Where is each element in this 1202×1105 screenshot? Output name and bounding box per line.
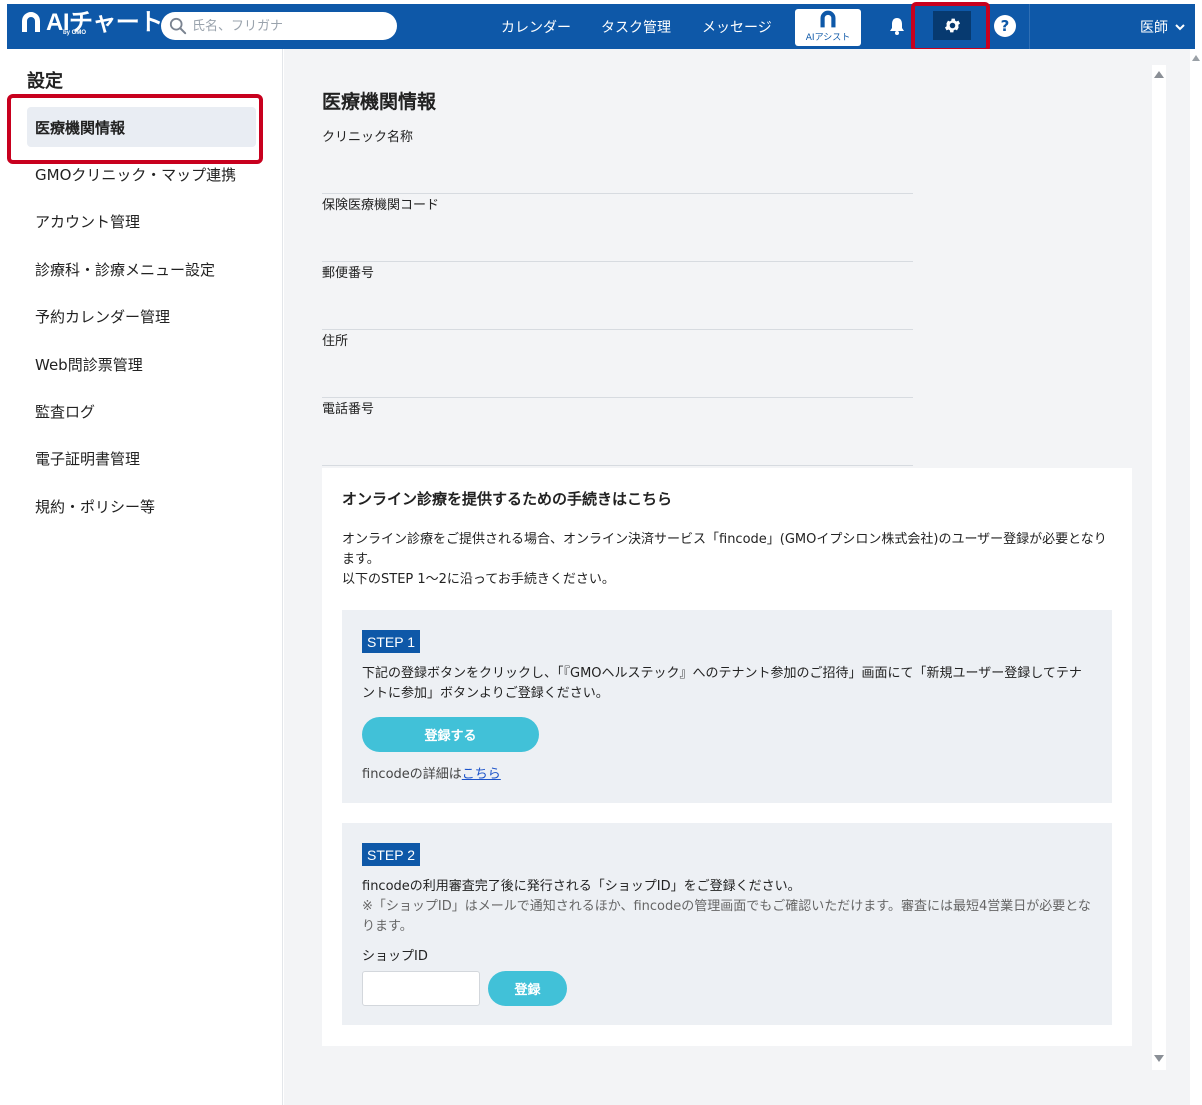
sidebar-item-terms-policy[interactable]: 規約・ポリシー等: [35, 496, 155, 517]
settings-sidebar: 設定 医療機関情報 GMOクリニック・マップ連携 アカウント管理 診療科・診療メ…: [7, 49, 283, 1105]
ai-assist-label: AIアシスト: [805, 33, 851, 43]
nav-calendar[interactable]: カレンダー: [501, 4, 571, 49]
step-2-panel: STEP 2 fincodeの利用審査完了後に発行される「ショップID」をご登録…: [342, 823, 1112, 1025]
field-label: 電話番号: [322, 402, 375, 417]
user-role-label: 医師: [1140, 19, 1168, 36]
field-address: 住所: [322, 330, 913, 398]
search-input[interactable]: [192, 18, 387, 34]
fincode-detail-text: fincodeの詳細は: [362, 767, 462, 782]
logo-sub: by GMO: [63, 30, 87, 36]
field-label: 保険医療機関コード: [322, 198, 440, 213]
top-header: AIチャート by GMO カレンダー タスク管理 メッセージ AIアシスト: [7, 4, 1195, 49]
bell-icon[interactable]: [887, 16, 907, 36]
ai-assist-button[interactable]: AIアシスト: [795, 9, 861, 46]
step-2-text: fincodeの利用審査完了後に発行される「ショップID」をご登録ください。: [362, 879, 801, 894]
online-card-title: オンライン診療を提供するための手続きはこちら: [342, 490, 673, 508]
content-scrollbar[interactable]: [1152, 65, 1166, 1070]
sidebar-item-account[interactable]: アカウント管理: [35, 211, 140, 232]
app-logo[interactable]: AIチャート: [19, 10, 163, 42]
step-2-note: ※「ショップID」はメールで通知されるほか、fincodeの管理画面でもご確認い…: [362, 899, 1091, 934]
search-icon: [169, 17, 187, 35]
sidebar-item-certificates[interactable]: 電子証明書管理: [35, 448, 140, 469]
sidebar-item-departments[interactable]: 診療科・診療メニュー設定: [35, 259, 215, 280]
register-fincode-button[interactable]: 登録する: [362, 717, 539, 752]
fincode-detail: fincodeの詳細はこちら: [362, 763, 501, 782]
main-content: 医療機関情報 クリニック名称 保険医療機関コード 郵便番号 住所 電話番号 オン…: [284, 49, 1195, 1105]
sidebar-item-gmo-clinic-map[interactable]: GMOクリニック・マップ連携: [35, 164, 236, 185]
online-card-description: オンライン診療をご提供される場合、オンライン決済サービス「fincode」(GM…: [342, 530, 1112, 590]
step-2-badge: STEP 2: [362, 843, 420, 866]
shop-id-input[interactable]: [362, 971, 480, 1006]
sidebar-highlight-frame: [7, 94, 263, 164]
page-scroll-up-arrow-icon[interactable]: [1192, 55, 1200, 61]
page-scrollbar[interactable]: [1190, 49, 1202, 1105]
field-label: 住所: [322, 334, 349, 349]
step-1-badge: STEP 1: [362, 630, 420, 653]
sidebar-item-web-questionnaire[interactable]: Web問診票管理: [35, 354, 143, 375]
field-postal-code: 郵便番号: [322, 262, 913, 330]
header-divider: [1029, 4, 1030, 49]
shop-id-label: ショップID: [362, 949, 428, 964]
nav-messages[interactable]: メッセージ: [702, 4, 772, 49]
ai-assist-icon: [820, 10, 836, 28]
step-1-text: 下記の登録ボタンをクリックし、「『GMOヘルステック』へのテナント参加のご招待」…: [362, 666, 1082, 701]
nav-task-management[interactable]: タスク管理: [601, 4, 671, 49]
scroll-down-arrow-icon[interactable]: [1154, 1055, 1164, 1062]
sidebar-title: 設定: [27, 71, 63, 92]
page-title: 医療機関情報: [322, 91, 437, 113]
field-insurance-code: 保険医療機関コード: [322, 194, 913, 262]
fincode-detail-link[interactable]: こちら: [462, 767, 501, 782]
sidebar-item-reservation-calendar[interactable]: 予約カレンダー管理: [35, 306, 170, 327]
settings-highlight-frame: [911, 2, 990, 52]
desc-line-2: 以下のSTEP 1〜2に沿ってお手続きください。: [342, 572, 615, 587]
scroll-up-arrow-icon[interactable]: [1154, 71, 1164, 78]
desc-line-1: オンライン診療をご提供される場合、オンライン決済サービス「fincode」(GM…: [342, 532, 1107, 567]
sidebar-item-audit-log[interactable]: 監査ログ: [35, 401, 95, 422]
logo-arch-icon: [22, 12, 40, 32]
register-shop-id-button[interactable]: 登録: [488, 971, 567, 1006]
field-phone: 電話番号: [322, 398, 913, 466]
chevron-down-icon: [1175, 23, 1185, 30]
online-consultation-card: オンライン診療を提供するための手続きはこちら オンライン診療をご提供される場合、…: [322, 468, 1132, 1046]
app-root: AIチャート by GMO カレンダー タスク管理 メッセージ AIアシスト: [0, 0, 1202, 1105]
field-label: 郵便番号: [322, 266, 375, 281]
patient-search[interactable]: [161, 12, 397, 40]
help-icon[interactable]: ?: [994, 15, 1016, 37]
field-clinic-name: クリニック名称: [322, 126, 913, 194]
field-label: クリニック名称: [322, 130, 414, 145]
user-menu[interactable]: 医師: [1140, 4, 1186, 49]
step-1-panel: STEP 1 下記の登録ボタンをクリックし、「『GMOヘルステック』へのテナント…: [342, 610, 1112, 803]
